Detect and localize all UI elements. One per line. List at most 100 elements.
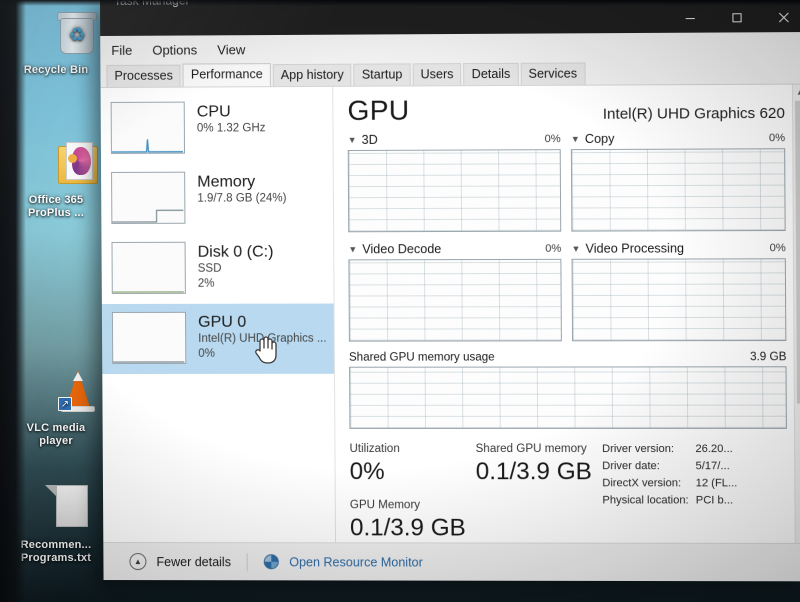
desktop-icon-label-2: Programs.txt [20,552,92,564]
engine-label: 3D [361,132,378,147]
chevron-down-icon[interactable]: ▼ [571,243,580,253]
performance-body: CPU 0% 1.32 GHz Memory 1.9/7.8 GB (24%) [100,84,800,543]
tab-app-history[interactable]: App history [272,63,352,87]
detail-value: 26.20... [695,442,733,456]
detail-key: Driver version: [602,442,675,456]
detail-value: 5/17/... [695,460,730,473]
tab-users[interactable]: Users [412,63,462,86]
scrollbar-thumb[interactable] [795,100,800,404]
scroll-up-arrow-icon[interactable]: ▲ [793,85,800,100]
engine-row-top: ▼ 3D 0% ▼ Copy 0% [348,131,786,233]
engine-cell-video-decode: ▼ Video Decode 0% [348,242,562,342]
title-bar[interactable]: Task Manager [100,0,800,36]
chevron-down-icon[interactable]: ▼ [571,133,580,143]
shared-memory-graph-header: Shared GPU memory usage 3.9 GB [349,351,787,364]
sidebar-item-sub-2: 2% [197,277,215,290]
resource-monitor-icon [264,554,280,570]
chevron-down-icon[interactable]: ▼ [348,244,357,254]
vertical-scrollbar[interactable]: ▲ ▼ [791,84,800,543]
menu-item-file[interactable]: File [108,40,135,59]
engine-percent: 0% [545,242,562,255]
engine-graph-video-processing [571,258,787,342]
page-title: GPU [347,94,410,126]
menu-bar: File Options View [100,32,800,64]
gpu-model-name: Intel(R) UHD Graphics 620 [602,104,786,123]
sidebar-item-title: Memory [197,173,256,191]
stat-label: Shared GPU memory [475,442,587,456]
cpu-sparkline [111,139,183,153]
tab-startup[interactable]: Startup [353,63,411,86]
sidebar-item-gpu[interactable]: GPU 0 Intel(R) UHD Graphics ... 0% [101,303,334,375]
detail-row: Physical location: PCI b... [602,492,787,509]
desktop-icon-recommended-programs[interactable]: Recommen... Programs.txt [8,485,104,565]
tab-performance[interactable]: Performance [182,63,271,87]
sidebar-item-title: GPU 0 [198,313,247,331]
engine-graph-video-decode [348,258,562,342]
detail-value: 12 (FL... [695,477,738,490]
sidebar-item-cpu[interactable]: CPU 0% 1.32 GHz [101,93,333,164]
gpu-header: GPU Intel(R) UHD Graphics 620 [347,93,785,127]
close-icon [778,11,789,22]
desktop-icon-vlc-media-player[interactable]: ↗ VLC media player [8,368,104,448]
tab-details[interactable]: Details [463,62,519,86]
engine-label: Video Processing [585,241,685,256]
detail-row: Driver date: 5/17/... [602,458,787,475]
stat-value: 0% [349,458,385,486]
shortcut-arrow-icon: ↗ [58,397,72,411]
memory-thumbnail-graph [111,171,186,224]
chevron-up-circle-icon[interactable]: ▲ [129,553,147,571]
sidebar-item-sub: SSD [197,262,222,275]
desktop-icon-label: VLC media [26,422,86,434]
scroll-down-arrow-icon[interactable]: ▼ [796,528,800,543]
gpu-detail-pane: GPU Intel(R) UHD Graphics 620 ▼ 3D 0% ▼ … [333,84,800,543]
task-manager-window: Task Manager File Options View Processes… [100,0,800,582]
text-file-icon [8,485,104,535]
gpu-details-list: Driver version: 26.20... Driver date: 5/… [602,441,788,543]
engine-header-copy: ▼ Copy 0% [571,131,785,146]
desktop: ♻ Recycle Bin Office 365 ProPlus ... ↗ V… [0,0,800,602]
open-resource-monitor-link[interactable]: Open Resource Monitor [289,555,423,569]
sidebar-item-disk[interactable]: Disk 0 (C:) SSD 2% [101,233,333,304]
engine-header-video-processing: ▼ Video Processing 0% [571,241,785,256]
desktop-icon-label: Recycle Bin [23,64,89,76]
stat-utilization: Utilization 0% GPU Memory 0.1/3.9 GB [349,441,476,543]
resource-sidebar: CPU 0% 1.32 GHz Memory 1.9/7.8 GB (24%) [100,86,337,543]
fewer-details-button[interactable]: Fewer details [156,555,231,569]
office-365-icon [8,140,104,190]
chevron-down-icon[interactable]: ▼ [348,134,357,144]
desktop-icon-label: Office 365 [28,194,84,206]
desktop-icon-label: Recommen... [20,539,92,551]
detail-value: PCI b... [695,494,734,507]
menu-item-options[interactable]: Options [149,40,200,59]
engine-percent: 0% [769,242,786,255]
minimize-button[interactable] [666,2,713,33]
menu-item-view[interactable]: View [214,40,248,59]
sidebar-item-memory[interactable]: Memory 1.9/7.8 GB (24%) [101,163,333,234]
desktop-icon-office-365[interactable]: Office 365 ProPlus ... [8,140,104,220]
tab-strip: Processes Performance App history Startu… [100,60,800,88]
detail-key: Physical location: [602,494,689,507]
shared-memory-graph-label: Shared GPU memory usage [348,351,495,364]
engine-row-bottom: ▼ Video Decode 0% ▼ Video Processing 0% [348,241,787,342]
gpu-sparkline [113,360,185,363]
engine-cell-copy: ▼ Copy 0% [571,131,786,232]
tab-services[interactable]: Services [520,62,586,85]
minimize-icon [684,12,695,23]
footer-divider [246,552,249,571]
tab-processes[interactable]: Processes [106,64,181,87]
desktop-icon-label-2: ProPlus ... [28,207,84,219]
desktop-icon-recycle-bin[interactable]: ♻ Recycle Bin [8,10,104,77]
detail-row: Driver version: 26.20... [602,441,787,458]
stat-value-gpu-memory: 0.1/3.9 GB [349,514,466,542]
detail-key: DirectX version: [602,477,682,490]
engine-label: Copy [584,131,615,147]
maximize-button[interactable] [713,2,760,33]
stat-shared-memory: Shared GPU memory 0.1/3.9 GB [476,441,603,543]
maximize-icon [731,12,742,23]
recycle-bin-icon: ♻ [8,10,104,60]
stat-label-gpu-memory: GPU Memory [349,499,421,512]
shared-memory-graph [349,366,787,429]
close-button[interactable] [760,2,800,33]
engine-header-3d: ▼ 3D 0% [348,132,561,147]
engine-percent: 0% [768,132,786,145]
